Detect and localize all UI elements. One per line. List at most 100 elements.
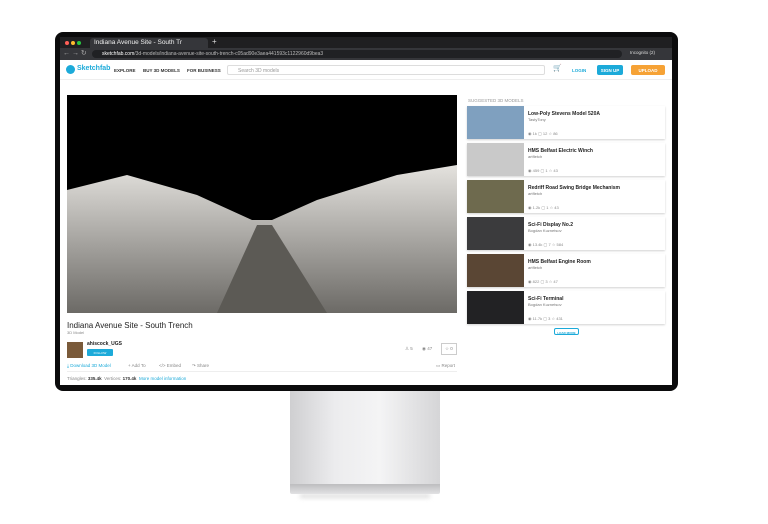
follow-button[interactable]: FOLLOW xyxy=(87,349,113,356)
model-thumbnail[interactable] xyxy=(467,217,524,250)
url-bar[interactable]: sketchfab.com/3d-models/indiana-avenue-s… xyxy=(92,50,622,58)
stand-shadow xyxy=(300,494,430,498)
logo[interactable]: Sketchfab xyxy=(77,65,110,72)
suggested-model-card[interactable]: HMS Belfast Electric Winch artfletch ◉ 4… xyxy=(467,143,665,176)
card-author[interactable]: artfletch xyxy=(528,191,542,196)
share-button[interactable]: ↷ Share xyxy=(192,363,209,369)
card-stats: ◉ 1k ▢ 12 ☆ 86 xyxy=(528,131,558,136)
likes: 584 xyxy=(556,242,564,247)
likes: 86 xyxy=(553,131,558,136)
monitor-stand xyxy=(290,388,440,486)
minimize-window-button[interactable] xyxy=(71,41,75,45)
model-thumbnail[interactable] xyxy=(467,106,524,139)
comments: 7 xyxy=(548,242,551,247)
comment-icon: ▢ xyxy=(540,279,545,284)
site-header: Sketchfab EXPLORE BUY 3D MODELS FOR BUSI… xyxy=(60,60,672,80)
nav-explore[interactable]: EXPLORE xyxy=(114,68,136,73)
likes: 43 xyxy=(553,168,558,173)
nav-for-business[interactable]: FOR BUSINESS xyxy=(187,68,221,73)
model-subtitle: 3D Model xyxy=(67,330,85,335)
eye-icon: ◉ xyxy=(528,168,532,173)
suggested-model-card[interactable]: Redriff Road Swing Bridge Mechanism artf… xyxy=(467,180,665,213)
upload-button[interactable]: UPLOAD xyxy=(631,65,665,75)
vertices-value: 170.4k xyxy=(122,376,137,381)
model-thumbnail[interactable] xyxy=(467,180,524,213)
triangles-value: 335.4k xyxy=(87,376,102,381)
suggested-model-card[interactable]: Sci-Fi Display No.2 Bogdan Kuznetsov ◉ 1… xyxy=(467,217,665,250)
stars-value: 0 xyxy=(450,346,453,351)
star-button[interactable]: ☆ 0 xyxy=(441,343,457,355)
sketchfab-logo-icon xyxy=(66,65,75,74)
more-info-link[interactable]: More model information xyxy=(139,376,186,381)
suggested-model-card[interactable]: Low-Poly Stevens Model 520A TastyTony ◉ … xyxy=(467,106,665,139)
browser-tab[interactable]: Indiana Avenue Site - South Tr xyxy=(90,38,208,48)
report-label: Report xyxy=(441,363,456,368)
screen: Indiana Avenue Site - South Tr + ← → ↻ s… xyxy=(60,37,672,385)
comments: 3 xyxy=(545,279,548,284)
url-domain: sketchfab.com xyxy=(102,51,135,57)
search-placeholder: Search 3D models xyxy=(238,68,280,74)
download-label: Download 3D Model xyxy=(70,363,111,368)
suggested-model-card[interactable]: HMS Belfast Engine Room artfletch ◉ 822 … xyxy=(467,254,665,287)
model-thumbnail[interactable] xyxy=(467,254,524,287)
vertices-label: Vertices: xyxy=(104,376,122,381)
card-author[interactable]: Bogdan Kuznetsov xyxy=(528,302,562,307)
add-to-label: Add To xyxy=(131,363,146,368)
author-name[interactable]: ahiscock_UGS xyxy=(87,341,122,347)
card-author[interactable]: artfletch xyxy=(528,265,542,270)
card-author[interactable]: Bogdan Kuznetsov xyxy=(528,228,562,233)
maximize-window-button[interactable] xyxy=(77,41,81,45)
monitor-foot xyxy=(290,484,440,494)
nav-buy-3d-models[interactable]: BUY 3D MODELS xyxy=(143,68,180,73)
comment-icon: ▢ xyxy=(543,316,548,321)
model-viewer[interactable] xyxy=(67,95,457,313)
comments: 12 xyxy=(542,131,548,136)
url-path: /3d-models/indiana-avenue-site-south-tre… xyxy=(134,51,324,57)
signup-button[interactable]: SIGN UP xyxy=(597,65,623,75)
cart-icon[interactable]: 🛒 xyxy=(553,64,562,72)
new-tab-button[interactable]: + xyxy=(212,37,217,46)
embed-button[interactable]: </> Embed xyxy=(159,363,181,368)
report-button[interactable]: ▭ Report xyxy=(436,363,455,369)
likes: 43 xyxy=(554,205,559,210)
star-icon: ☆ xyxy=(549,205,554,210)
eye-icon: ◉ xyxy=(528,131,532,136)
profile-button[interactable]: Incognito (2) xyxy=(630,50,655,55)
card-stats: ◉ 822 ▢ 3 ☆ 47 xyxy=(528,279,558,284)
model-thumbnail[interactable] xyxy=(467,291,524,324)
card-author[interactable]: TastyTony xyxy=(528,117,546,122)
eye-icon: ◉ xyxy=(528,279,532,284)
eye-icon: ◉ xyxy=(528,316,532,321)
author-avatar[interactable] xyxy=(67,342,83,358)
card-author[interactable]: artfletch xyxy=(528,154,542,159)
views: 822 xyxy=(532,279,540,284)
divider xyxy=(67,371,457,372)
tab-title: Indiana Avenue Site - South Tr xyxy=(94,39,183,46)
address-bar-row: ← → ↻ sketchfab.com/3d-models/indiana-av… xyxy=(60,48,672,60)
search-input[interactable]: Search 3D models xyxy=(227,65,545,75)
comment-icon: ▢ xyxy=(537,131,542,136)
download-link[interactable]: ⤓ Download 3D Model xyxy=(67,363,111,368)
comment-icon: ▢ xyxy=(541,205,546,210)
likes-count: ♙ 5 xyxy=(405,346,413,351)
likes: 431 xyxy=(556,316,563,321)
add-to-button[interactable]: + Add To xyxy=(128,363,146,368)
star-icon: ☆ xyxy=(548,168,553,173)
suggested-title: SUGGESTED 3D MODELS xyxy=(468,98,524,103)
embed-label: Embed xyxy=(166,363,182,368)
card-stats: ◉ 11.7k ▢ 3 ☆ 431 xyxy=(528,316,563,321)
suggested-model-card[interactable]: Sci-Fi Terminal Bogdan Kuznetsov ◉ 11.7k… xyxy=(467,291,665,324)
views: 459 xyxy=(532,168,540,173)
eye-icon: ◉ xyxy=(528,205,532,210)
eye-icon: ◉ xyxy=(528,242,532,247)
login-link[interactable]: LOGIN xyxy=(572,68,586,73)
star-icon: ☆ xyxy=(548,279,553,284)
likes: 47 xyxy=(553,279,558,284)
views: 1k xyxy=(532,131,537,136)
close-window-button[interactable] xyxy=(65,41,69,45)
model-title: Indiana Avenue Site - South Trench xyxy=(67,321,193,330)
nav-arrows-icon[interactable]: ← → ↻ xyxy=(63,49,87,57)
model-thumbnail[interactable] xyxy=(467,143,524,176)
views-value: 47 xyxy=(427,346,433,351)
load-more-button[interactable]: LOAD MORE xyxy=(554,328,579,335)
